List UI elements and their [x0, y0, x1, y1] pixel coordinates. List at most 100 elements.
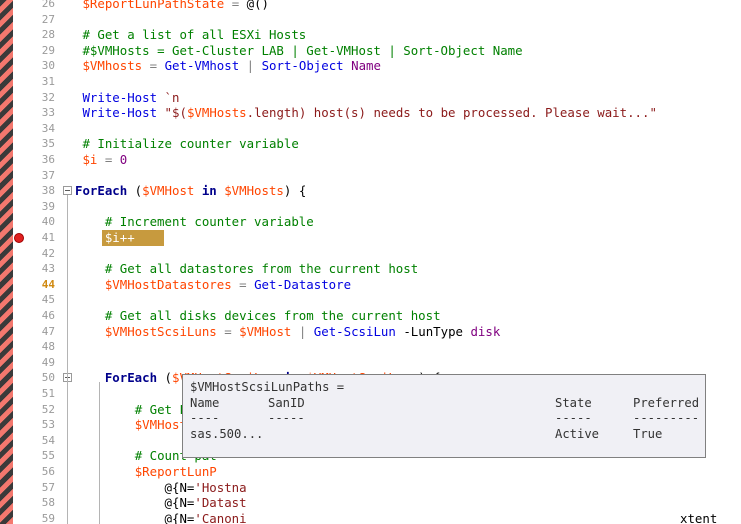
line-number: 36: [41, 153, 55, 166]
code-token: @{N=: [164, 495, 195, 511]
line-number: 53: [41, 418, 55, 432]
code-token: -LunType: [403, 323, 463, 339]
fold-toggle-icon[interactable]: [63, 186, 72, 196]
code-line[interactable]: ForEach ($VMHost in $VMHosts) {: [75, 183, 306, 199]
debug-datatip-tooltip: $VMHostScsiLunPaths = Name SanID State Pref…: [182, 374, 706, 458]
modified-lines-stripe: [0, 0, 13, 524]
script-editor-pane[interactable]: 26 27 28 29 30 31 32 33 34 35 36 37 38 39 40 41 42 43 44 45…: [0, 0, 741, 524]
datatip-column-rule: ---------: [633, 411, 700, 426]
line-number: 35: [41, 137, 55, 151]
line-number: 46: [41, 309, 55, 322]
code-token: ForEach: [104, 370, 158, 386]
datatip-column-header: Preferred: [633, 395, 700, 410]
code-token: $VMHost: [142, 183, 195, 199]
line-number: 59: [41, 511, 55, 524]
line-number: 49: [41, 355, 55, 369]
datatip-cell: Active: [555, 426, 600, 441]
line-number: 33: [41, 106, 55, 120]
line-number: 50: [41, 371, 55, 385]
code-token: $VMHostDatastores: [104, 276, 232, 292]
code-token: @{N=: [164, 479, 195, 495]
code-token: @(): [246, 0, 270, 11]
datatip-column-rule: ----: [190, 411, 220, 426]
code-token: =: [224, 323, 232, 339]
code-line[interactable]: Write-Host "$($VMHosts.length) host(s) n…: [75, 105, 657, 121]
code-token: $ReportLunP: [134, 464, 217, 479]
code-line[interactable]: @{N='Canoni: [75, 511, 247, 524]
code-line[interactable]: $VMHostScsiLuns = $VMHost | Get-ScsiLun …: [75, 324, 500, 340]
code-line[interactable]: $ReportLunPathState = @(): [75, 0, 269, 12]
line-number: 42: [41, 246, 55, 260]
code-token: $VMHostScsiLuns: [104, 323, 217, 339]
code-token: `n: [164, 89, 180, 105]
code-token: (: [157, 370, 172, 386]
code-token: $i++: [104, 230, 135, 245]
line-number: 40: [41, 215, 55, 229]
code-token: =: [149, 58, 158, 74]
code-token: Name: [351, 58, 381, 74]
line-number: 56: [41, 465, 55, 478]
code-line[interactable]: Write-Host `n: [75, 90, 179, 106]
code-token: # Increment counter variable: [104, 214, 314, 230]
code-line[interactable]: # Get all disks devices from the current…: [75, 308, 441, 324]
code-token: 'Hostna: [194, 479, 247, 495]
breakpoint-icon[interactable]: [14, 233, 24, 243]
line-number: 45: [41, 293, 55, 307]
line-number: 54: [41, 433, 55, 447]
code-line[interactable]: # Increment counter variable: [75, 214, 314, 230]
code-token: "$(: [164, 105, 187, 121]
code-token: Write-Host: [82, 105, 158, 121]
code-token: Get-VMhost: [164, 58, 240, 74]
code-line[interactable]: # Get a list of all ESXi Hosts: [75, 27, 306, 43]
code-line[interactable]: $i = 0: [75, 152, 127, 168]
code-line[interactable]: @{N='Datast: [75, 495, 247, 511]
code-line[interactable]: $VMhosts = Get-VMhost | Sort-Object Name: [75, 58, 381, 74]
code-token: Sort-Object: [261, 58, 344, 74]
code-token: in: [201, 183, 217, 199]
line-number: 39: [41, 199, 55, 213]
line-number: 31: [41, 75, 55, 88]
datatip-column-header: SanID: [268, 395, 305, 410]
code-token: .length) host(s) needs to be processed. …: [246, 105, 657, 121]
datatip-title-text: $VMHostScsiLunPaths =: [190, 380, 345, 394]
code-token: 0: [119, 152, 128, 167]
code-token: (: [127, 183, 143, 199]
code-line[interactable]: # Get all datastores from the current ho…: [75, 261, 418, 277]
code-line[interactable]: $i++: [75, 230, 135, 246]
datatip-cell: True: [633, 426, 663, 441]
datatip-column-rule: -----: [268, 411, 305, 426]
code-line[interactable]: $ReportLunP: [75, 464, 217, 480]
code-token: $ReportLunPathState: [82, 0, 225, 11]
code-token: Write-Host: [82, 89, 158, 105]
line-number: 52: [41, 402, 55, 416]
line-number: 30: [41, 59, 55, 73]
code-line[interactable]: #$VMHosts = Get-Cluster LAB | Get-VMHost…: [75, 42, 523, 59]
datatip-cell: sas.500...: [190, 426, 264, 441]
code-line[interactable]: @{N='Hostna: [75, 480, 247, 496]
line-number: 55: [41, 449, 55, 463]
datatip-header-row: Name SanID State Preferred: [190, 396, 705, 412]
code-folding-gutter[interactable]: [61, 0, 100, 524]
code-token: Get-Datastore: [254, 276, 352, 292]
code-token: $VMHost: [239, 323, 292, 339]
code-line[interactable]: # Initialize counter variable: [75, 136, 298, 152]
datatip-data-row: sas.500... Active True: [190, 427, 705, 443]
datatip-title: $VMHostScsiLunPaths =: [190, 380, 705, 396]
line-number: 32: [41, 90, 55, 104]
code-line[interactable]: $VMHostDatastores = Get-Datastore: [75, 277, 351, 293]
line-number: 43: [41, 262, 55, 276]
code-token: 'Canoni: [194, 510, 247, 524]
code-token: # Get all datastores from the current ho…: [104, 261, 419, 277]
code-token: #$VMHosts = Get-Cluster LAB | Get-VMHost…: [82, 42, 523, 58]
breakpoint-gutter[interactable]: [13, 0, 25, 524]
code-token: $VMHosts: [186, 105, 247, 121]
